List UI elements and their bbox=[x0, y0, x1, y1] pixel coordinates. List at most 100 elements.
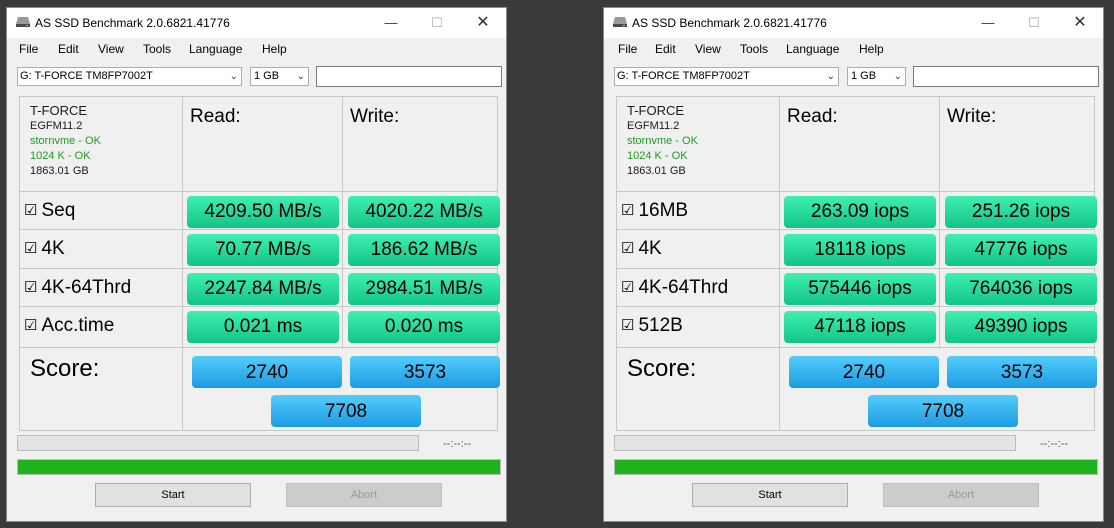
menu-edit[interactable]: Edit bbox=[58, 42, 79, 56]
drive-select[interactable]: G: T-FORCE TM8FP7002T ⌄ bbox=[614, 67, 839, 86]
checkbox-checked-icon[interactable]: ☑ bbox=[621, 240, 634, 257]
text-input[interactable] bbox=[316, 66, 502, 87]
window-title: AS SSD Benchmark 2.0.6821.41776 bbox=[632, 16, 827, 30]
menu-tools[interactable]: Tools bbox=[143, 42, 171, 56]
grid-divider bbox=[20, 191, 497, 192]
checkbox-checked-icon[interactable]: ☑ bbox=[621, 279, 634, 296]
menu-help[interactable]: Help bbox=[859, 42, 884, 56]
test-progress-track bbox=[614, 435, 1016, 451]
menu-file[interactable]: File bbox=[19, 42, 38, 56]
close-icon[interactable]: ✕ bbox=[460, 8, 506, 38]
elapsed-timer: --:--:-- bbox=[443, 438, 472, 450]
menu-bar: File Edit View Tools Language Help bbox=[604, 38, 1103, 60]
grid-divider bbox=[939, 97, 940, 349]
progress-fill bbox=[18, 460, 500, 474]
result-16mb-read: 263.09 iops bbox=[784, 196, 936, 228]
menu-language[interactable]: Language bbox=[189, 42, 242, 56]
minimize-icon[interactable]: — bbox=[368, 8, 414, 38]
result-seq-read: 4209.50 MB/s bbox=[187, 196, 339, 228]
checkbox-checked-icon[interactable]: ☑ bbox=[621, 317, 634, 334]
minimize-icon[interactable]: — bbox=[965, 8, 1011, 38]
menu-tools[interactable]: Tools bbox=[740, 42, 768, 56]
score-label: Score: bbox=[30, 355, 100, 382]
score-label: Score: bbox=[627, 355, 697, 382]
results-grid: T-FORCE EGFM11.2 stornvme - OK 1024 K - … bbox=[616, 96, 1097, 431]
read-header: Read: bbox=[190, 106, 241, 127]
menu-file[interactable]: File bbox=[618, 42, 637, 56]
grid-divider bbox=[617, 268, 1094, 269]
abort-button[interactable]: Abort bbox=[286, 483, 442, 507]
maximize-icon[interactable]: ☐ bbox=[414, 8, 460, 38]
drive-alignment-status: 1024 K - OK bbox=[30, 150, 91, 162]
checkbox-checked-icon[interactable]: ☑ bbox=[24, 317, 37, 334]
close-icon[interactable]: ✕ bbox=[1057, 8, 1103, 38]
score-write: 3573 bbox=[947, 356, 1097, 388]
result-4k64-read: 2247.84 MB/s bbox=[187, 273, 339, 305]
grid-divider bbox=[617, 347, 1094, 348]
menu-language[interactable]: Language bbox=[786, 42, 839, 56]
results-grid: T-FORCE EGFM11.2 stornvme - OK 1024 K - … bbox=[19, 96, 500, 431]
start-button[interactable]: Start bbox=[95, 483, 251, 507]
write-header: Write: bbox=[350, 106, 400, 127]
row-label-512b[interactable]: ☑ 512B bbox=[621, 315, 683, 337]
grid-divider bbox=[182, 97, 183, 430]
checkbox-checked-icon[interactable]: ☑ bbox=[621, 202, 634, 219]
menu-bar: File Edit View Tools Language Help bbox=[7, 38, 506, 60]
result-4k64-write: 764036 iops bbox=[945, 273, 1097, 305]
drive-select-value: G: T-FORCE TM8FP7002T bbox=[617, 70, 750, 82]
grid-divider bbox=[342, 97, 343, 349]
row-label-16mb[interactable]: ☑ 16MB bbox=[621, 200, 688, 222]
grid-divider bbox=[20, 347, 497, 348]
row-label-4k-64thrd[interactable]: ☑ 4K-64Thrd bbox=[24, 277, 131, 299]
benchmark-window-iops: AS SSD Benchmark 2.0.6821.41776 — ☐ ✕ Fi… bbox=[603, 7, 1104, 522]
checkbox-checked-icon[interactable]: ☑ bbox=[24, 202, 37, 219]
menu-edit[interactable]: Edit bbox=[655, 42, 676, 56]
row-label-4k[interactable]: ☑ 4K bbox=[24, 238, 65, 260]
row-label-4k[interactable]: ☑ 4K bbox=[621, 238, 662, 260]
drive-select[interactable]: G: T-FORCE TM8FP7002T ⌄ bbox=[17, 67, 242, 86]
checkbox-checked-icon[interactable]: ☑ bbox=[24, 240, 37, 257]
result-4k-read: 70.77 MB/s bbox=[187, 234, 339, 266]
score-read: 2740 bbox=[789, 356, 939, 388]
result-512b-write: 49390 iops bbox=[945, 311, 1097, 343]
title-bar[interactable]: AS SSD Benchmark 2.0.6821.41776 — ☐ ✕ bbox=[604, 8, 1103, 38]
menu-help[interactable]: Help bbox=[262, 42, 287, 56]
title-bar[interactable]: AS SSD Benchmark 2.0.6821.41776 — ☐ ✕ bbox=[7, 8, 506, 38]
drive-name: T-FORCE bbox=[30, 103, 88, 118]
maximize-icon[interactable]: ☐ bbox=[1011, 8, 1057, 38]
elapsed-timer: --:--:-- bbox=[1040, 438, 1069, 450]
row-label-seq[interactable]: ☑ Seq bbox=[24, 200, 75, 222]
chevron-down-icon: ⌄ bbox=[893, 71, 902, 82]
menu-view[interactable]: View bbox=[98, 42, 124, 56]
grid-divider bbox=[617, 229, 1094, 230]
drive-capacity: 1863.01 GB bbox=[30, 165, 89, 177]
grid-divider bbox=[20, 229, 497, 230]
menu-view[interactable]: View bbox=[695, 42, 721, 56]
start-button[interactable]: Start bbox=[692, 483, 848, 507]
chevron-down-icon: ⌄ bbox=[826, 71, 835, 82]
text-input[interactable] bbox=[913, 66, 1099, 87]
test-size-select[interactable]: 1 GB ⌄ bbox=[847, 67, 906, 86]
window-title: AS SSD Benchmark 2.0.6821.41776 bbox=[35, 16, 230, 30]
drive-capacity: 1863.01 GB bbox=[627, 165, 686, 177]
row-label-4k-64thrd[interactable]: ☑ 4K-64Thrd bbox=[621, 277, 728, 299]
grid-divider bbox=[20, 268, 497, 269]
abort-button[interactable]: Abort bbox=[883, 483, 1039, 507]
score-total: 7708 bbox=[271, 395, 421, 427]
result-4k64-read: 575446 iops bbox=[784, 273, 936, 305]
result-4k-write: 47776 iops bbox=[945, 234, 1097, 266]
benchmark-window-mbs: AS SSD Benchmark 2.0.6821.41776 — ☐ ✕ Fi… bbox=[6, 7, 507, 522]
read-header: Read: bbox=[787, 106, 838, 127]
result-4k-write: 186.62 MB/s bbox=[348, 234, 500, 266]
test-size-select[interactable]: 1 GB ⌄ bbox=[250, 67, 309, 86]
drive-info: T-FORCE EGFM11.2 stornvme - OK 1024 K - … bbox=[30, 102, 101, 179]
write-header: Write: bbox=[947, 106, 997, 127]
drive-info: T-FORCE EGFM11.2 stornvme - OK 1024 K - … bbox=[627, 102, 698, 179]
result-acc-write: 0.020 ms bbox=[348, 311, 500, 343]
drive-firmware: EGFM11.2 bbox=[627, 120, 680, 132]
checkbox-checked-icon[interactable]: ☑ bbox=[24, 279, 37, 296]
result-4k-read: 18118 iops bbox=[784, 234, 936, 266]
row-label-acc-time[interactable]: ☑ Acc.time bbox=[24, 315, 114, 337]
drive-driver-status: stornvme - OK bbox=[627, 135, 698, 147]
overall-progress-bar bbox=[17, 459, 501, 475]
